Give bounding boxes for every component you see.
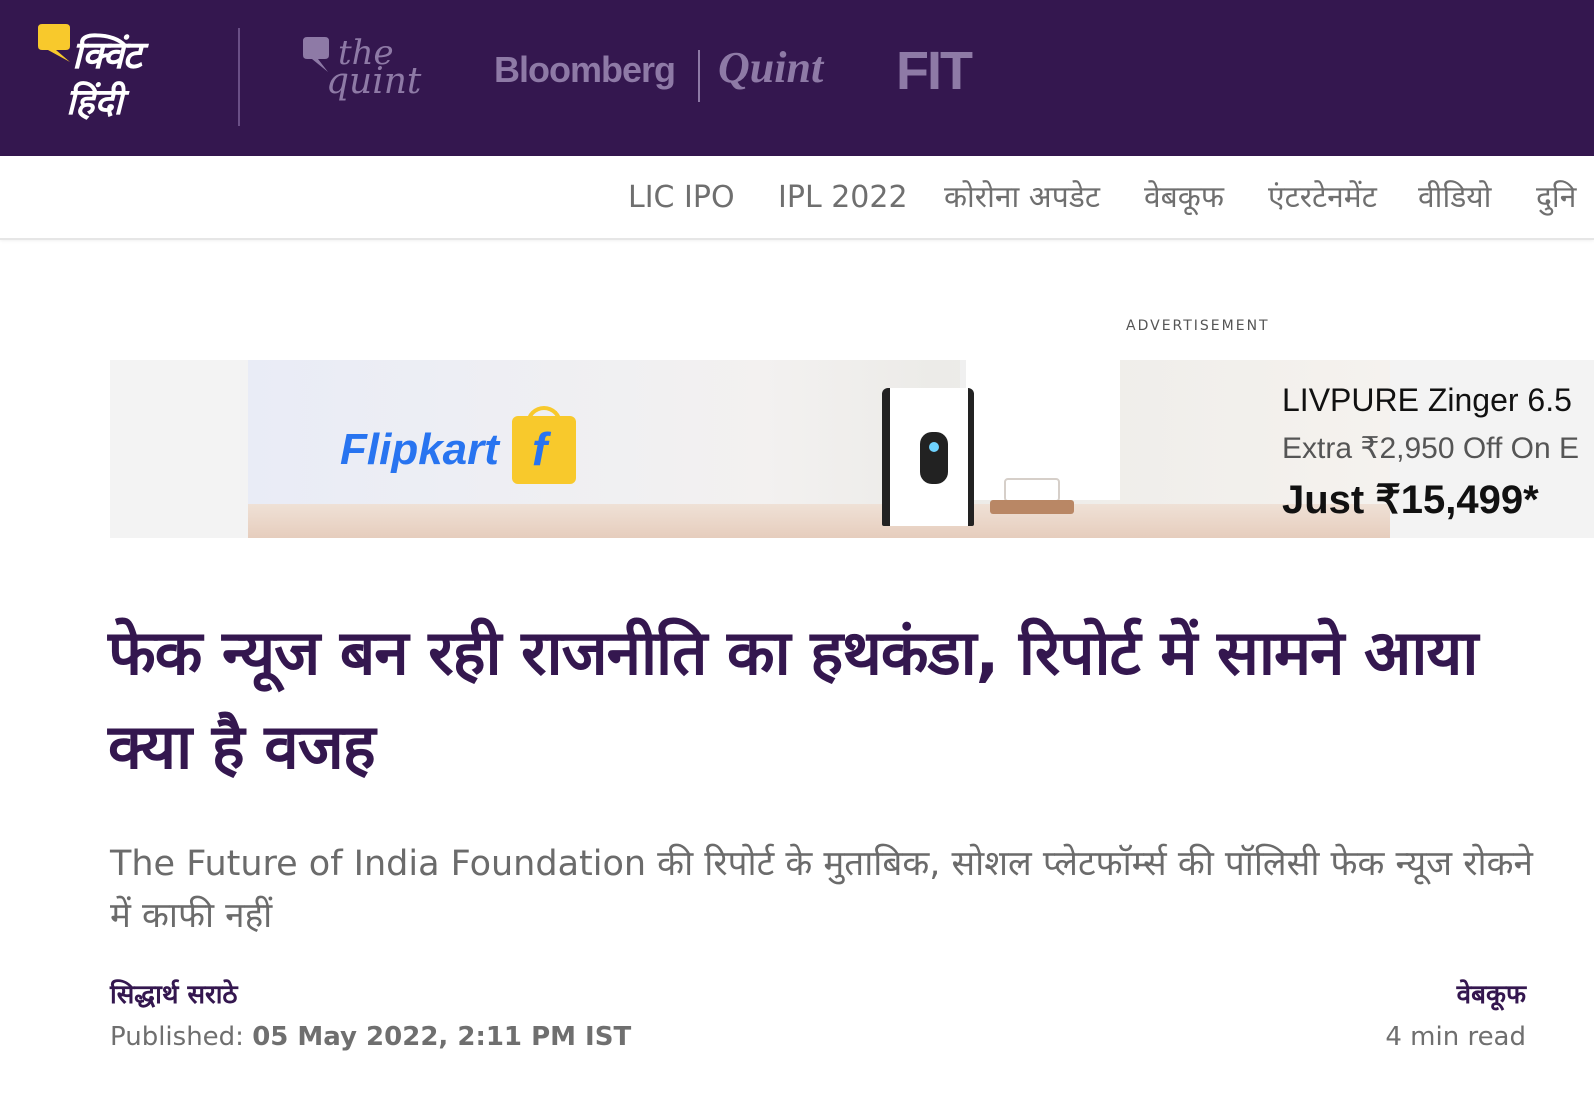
logo-bubble-icon xyxy=(38,24,70,62)
nav-item-corona-update[interactable]: कोरोना अपडेट xyxy=(944,180,1100,216)
nav-item-world[interactable]: दुनि xyxy=(1536,180,1576,216)
fit-logo[interactable]: FIT xyxy=(896,44,973,98)
ad-background-floor xyxy=(248,504,1390,538)
ad-product-name: LIVPURE Zinger 6.5 xyxy=(1282,382,1572,418)
the-quint-logo[interactable]: the quint xyxy=(302,34,432,114)
purifier-control-panel xyxy=(920,432,948,484)
nav-item-video[interactable]: वीडियो xyxy=(1418,180,1491,216)
quint-hindi-logo[interactable]: क्विंट हिंदी xyxy=(36,18,176,128)
read-time: 4 min read xyxy=(1385,1022,1526,1052)
flipkart-bag-letter: f xyxy=(532,423,548,475)
bloomberg-quint-separator xyxy=(698,50,700,102)
flipkart-bag-icon: f xyxy=(512,406,576,484)
logo-text-hindi: हिंदी xyxy=(66,81,123,123)
article-headline: फेक न्यूज बन रही राजनीति का हथकंडा, रिपो… xyxy=(108,616,1478,783)
advertisement-banner[interactable]: Flipkart f LIVPURE Zinger 6.5 Extra ₹2,9… xyxy=(110,360,1594,538)
published-label: Published: xyxy=(110,1022,253,1052)
nav-item-lic-ipo[interactable]: LIC IPO xyxy=(628,180,735,216)
article-subheadline: The Future of India Foundation की रिपोर्… xyxy=(110,844,1533,936)
wooden-tray-image xyxy=(990,500,1074,514)
ad-price-text: Just ₹15,499* xyxy=(1282,478,1539,522)
header-divider xyxy=(238,28,240,126)
water-purifier-image xyxy=(882,388,974,526)
nav-item-entertainment[interactable]: एंटरटेनमेंट xyxy=(1268,180,1377,216)
thequint-quint-text: quint xyxy=(326,61,422,102)
glass-cups-image xyxy=(1004,478,1060,502)
bloomberg-quint-logo[interactable]: Bloomberg xyxy=(494,52,676,88)
flipkart-logo-text: Flipkart xyxy=(340,425,499,474)
article-category-link[interactable]: वेबकूफ xyxy=(1457,980,1526,1011)
nav-item-webqoof[interactable]: वेबकूफ xyxy=(1144,180,1224,216)
logo-text-quint: क्विंट xyxy=(72,32,142,77)
bloomberg-quint-quint-text[interactable]: Quint xyxy=(718,46,823,90)
purifier-indicator xyxy=(929,442,939,452)
author-name-link[interactable]: सिद्धार्थ सराठे xyxy=(110,980,238,1011)
ad-offer-text: Extra ₹2,950 Off On E xyxy=(1282,432,1580,465)
nav-item-ipl-2022[interactable]: IPL 2022 xyxy=(778,180,908,216)
advertisement-label: ADVERTISEMENT xyxy=(1126,318,1270,334)
top-header: क्विंट हिंदी the quint Bloomberg Quint F… xyxy=(0,0,1594,156)
published-line: Published: 05 May 2022, 2:11 PM IST xyxy=(110,1022,631,1053)
published-date: 05 May 2022, 2:11 PM IST xyxy=(252,1022,632,1052)
section-nav: LIC IPO IPL 2022 कोरोना अपडेट वेबकूफ एंट… xyxy=(0,156,1594,240)
